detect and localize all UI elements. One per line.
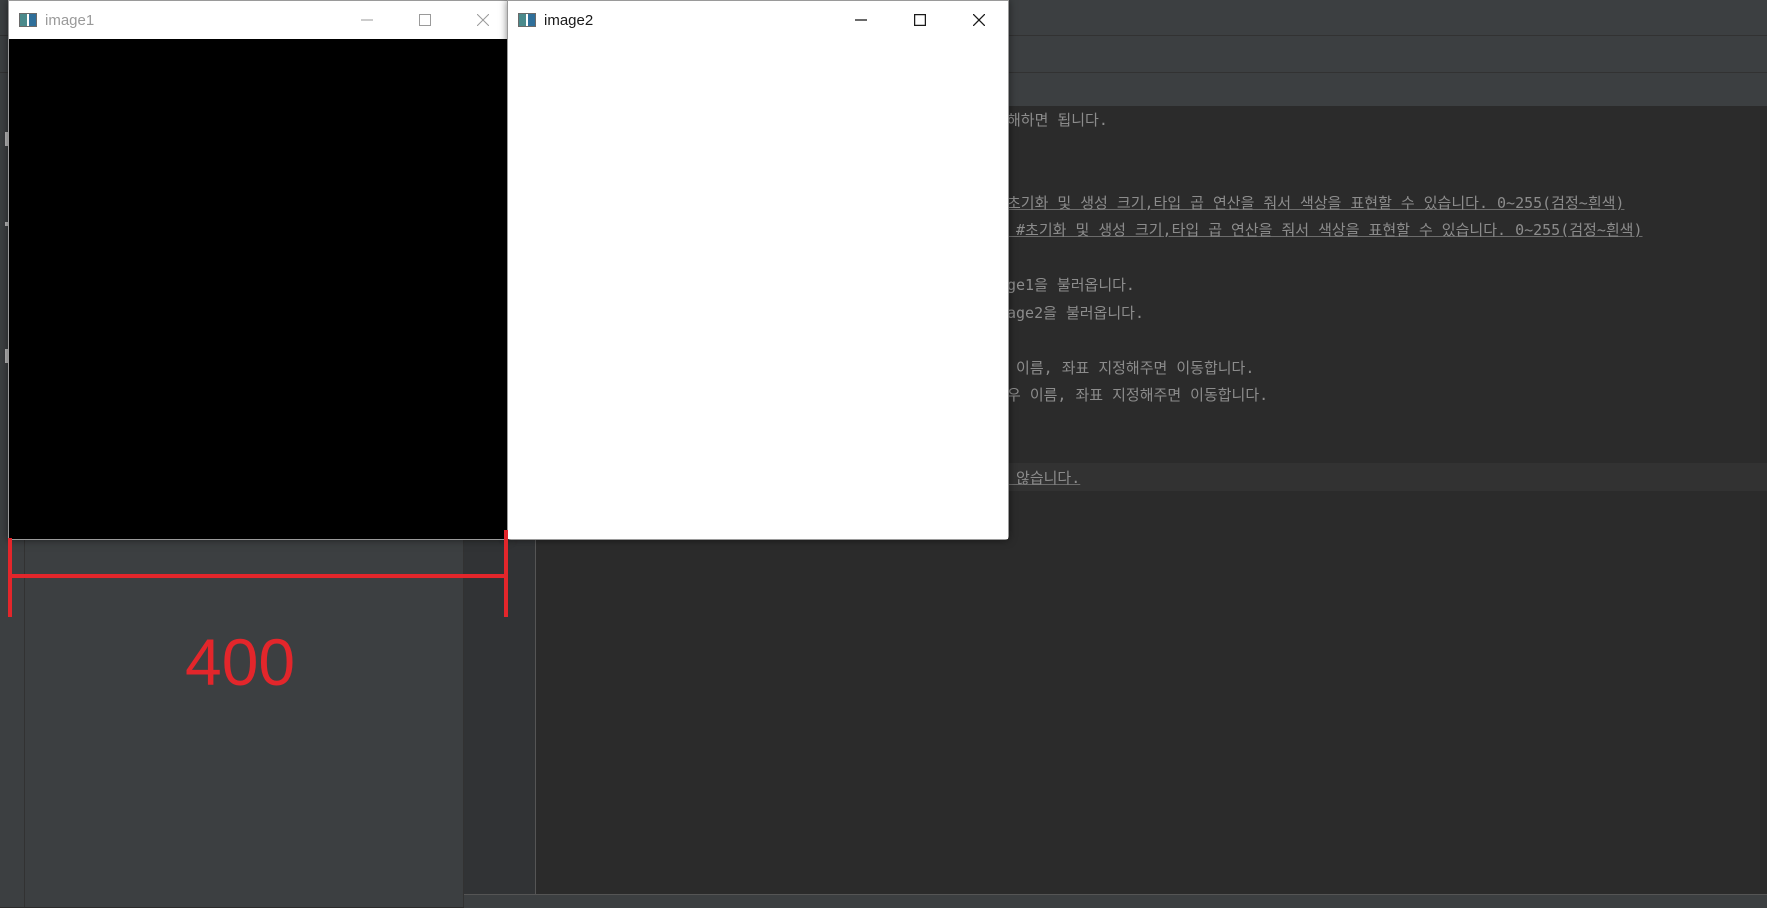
- image2-title-bar[interactable]: image2: [508, 1, 1008, 39]
- maximize-button[interactable]: [891, 1, 949, 39]
- image2-window-title: image2: [544, 11, 594, 29]
- opencv-window-icon: [19, 13, 37, 27]
- close-button[interactable]: [950, 1, 1008, 39]
- code-line[interactable]: ge1을 불러옵니다.: [1007, 275, 1135, 295]
- minimize-button[interactable]: [338, 1, 396, 39]
- code-line[interactable]: 이름, 좌표 지정해주면 이동합니다.: [1007, 358, 1254, 378]
- code-line[interactable]: #초기화 및 생성 크기,타입 곱 연산을 줘서 색상을 표현할 수 있습니다.…: [1007, 220, 1643, 240]
- close-icon: [973, 14, 985, 26]
- image2-canvas: [508, 39, 1008, 539]
- close-button[interactable]: [454, 1, 512, 39]
- opencv-window-icon: [518, 13, 536, 27]
- minimize-button[interactable]: [832, 1, 890, 39]
- image1-canvas: [9, 39, 507, 539]
- code-line[interactable]: 않습니다.: [1007, 468, 1080, 488]
- image1-window[interactable]: image1: [8, 0, 508, 540]
- code-line[interactable]: 우 이름, 좌표 지정해주면 이동합니다.: [1007, 385, 1268, 405]
- maximize-button[interactable]: [396, 1, 454, 39]
- minimize-icon: [855, 19, 867, 21]
- width-annotation-label: 400: [185, 625, 296, 699]
- image1-window-title: image1: [45, 11, 95, 29]
- image2-window[interactable]: image2: [507, 0, 1009, 540]
- code-line[interactable]: 초기화 및 생성 크기,타입 곱 연산을 줘서 색상을 표현할 수 있습니다. …: [1007, 193, 1624, 213]
- code-line[interactable]: 해하면 됩니다.: [1007, 110, 1108, 130]
- editor-scrollbar[interactable]: [464, 894, 1767, 908]
- close-icon: [477, 14, 489, 26]
- code-line[interactable]: age2을 불러옵니다.: [1007, 303, 1144, 323]
- maximize-icon: [419, 14, 431, 26]
- minimize-icon: [361, 19, 373, 21]
- image1-title-bar[interactable]: image1: [9, 1, 507, 39]
- maximize-icon: [914, 14, 926, 26]
